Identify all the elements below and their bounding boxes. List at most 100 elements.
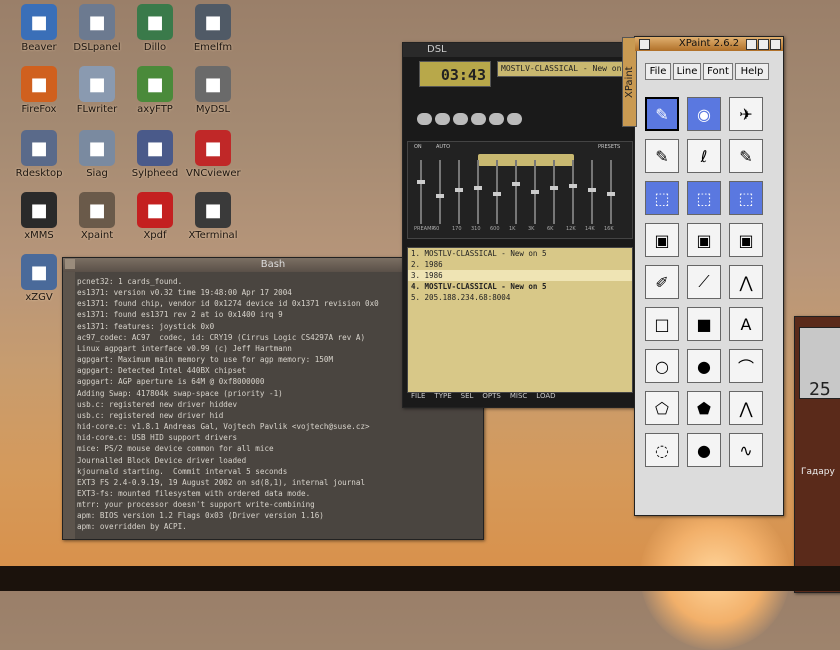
media-player-window[interactable]: DSL 03:43 MOSTLV-CLASSICAL - New on 5 PR… xyxy=(402,42,636,408)
desktop-icon-sylpheed[interactable]: ■ Sylpheed xyxy=(128,130,182,179)
desktop-icon-xterminal[interactable]: ■ XTerminal xyxy=(186,192,240,241)
eq-slider-310[interactable] xyxy=(474,160,482,224)
eq-slider-knob[interactable] xyxy=(569,184,577,188)
smudge-icon[interactable]: ⟋ xyxy=(687,265,721,299)
filled-ellipse-icon[interactable]: ● xyxy=(687,349,721,383)
desktop-icon-xzgv[interactable]: ■ xZGV xyxy=(12,254,66,303)
color-fill-icon[interactable]: ▣ xyxy=(729,223,763,257)
freehand-shape-icon[interactable]: ◌ xyxy=(645,433,679,467)
eq-slider-1k[interactable] xyxy=(512,160,520,224)
minimize-icon[interactable] xyxy=(746,39,757,50)
dropper-icon[interactable]: ✐ xyxy=(645,265,679,299)
playlist-type-button[interactable]: TYPE xyxy=(434,392,451,400)
brush-icon[interactable]: ✎ xyxy=(645,97,679,131)
gradient-fill-icon[interactable]: ▣ xyxy=(687,223,721,257)
xpaint-titlebar[interactable]: XPaint 2.6.2 xyxy=(635,37,783,51)
eq-slider-6k[interactable] xyxy=(550,160,558,224)
prev-button[interactable] xyxy=(417,113,432,125)
desktop-icon-xpaint[interactable]: ■ Xpaint xyxy=(70,192,124,241)
eq-slider-12k[interactable] xyxy=(569,160,577,224)
menu-line[interactable]: Line xyxy=(673,63,701,80)
eq-slider-knob[interactable] xyxy=(512,182,520,186)
menu-help[interactable]: Help xyxy=(735,63,769,80)
playlist-row[interactable]: 1. MOSTLV-CLASSICAL - New on 5 xyxy=(408,248,632,259)
spline-icon[interactable]: ∿ xyxy=(729,433,763,467)
playlist-file-button[interactable]: FILE xyxy=(411,392,425,400)
arc-icon[interactable]: ⋀ xyxy=(729,265,763,299)
desktop-icon-mydsl[interactable]: ■ MyDSL xyxy=(186,66,240,115)
playlist-opts-button[interactable]: OPTS xyxy=(482,392,500,400)
pencil-icon[interactable]: ✎ xyxy=(645,139,679,173)
eq-slider-60[interactable] xyxy=(436,160,444,224)
desktop-icon-rdesktop[interactable]: ■ Rdesktop xyxy=(12,130,66,179)
pen-icon[interactable]: ℓ xyxy=(687,139,721,173)
eq-slider-knob[interactable] xyxy=(493,192,501,196)
eq-slider-preamp[interactable] xyxy=(417,160,425,224)
eq-slider-170[interactable] xyxy=(455,160,463,224)
pencil-fine-icon[interactable]: ✎ xyxy=(729,139,763,173)
clock-widget[interactable]: 25 Гадару xyxy=(794,316,840,593)
menu-file[interactable]: File xyxy=(645,63,671,80)
window-menu-icon[interactable] xyxy=(639,39,650,50)
select-poly-icon[interactable]: ⬚ xyxy=(729,181,763,215)
eq-slider-knob[interactable] xyxy=(607,192,615,196)
desktop-icon-flwriter[interactable]: ■ FLwriter xyxy=(70,66,124,115)
desktop-icon-dslpanel[interactable]: ■ DSLpanel xyxy=(70,4,124,53)
xpaint-window[interactable]: XPaint XPaint 2.6.2 File Line Font Help ✎ ◉ ✈… xyxy=(622,36,784,516)
polygon-icon[interactable]: ⬠ xyxy=(645,391,679,425)
eq-slider-16k[interactable] xyxy=(607,160,615,224)
eq-slider-knob[interactable] xyxy=(531,190,539,194)
playlist-load-button[interactable]: LOAD xyxy=(536,392,555,400)
desktop-icon-emelfm[interactable]: ■ Emelfm xyxy=(186,4,240,53)
eq-toggle-auto[interactable]: AUTO xyxy=(436,144,450,150)
select-lasso-icon[interactable]: ⬚ xyxy=(687,181,721,215)
maximize-icon[interactable] xyxy=(758,39,769,50)
close-icon[interactable] xyxy=(770,39,781,50)
eq-slider-knob[interactable] xyxy=(474,186,482,190)
desktop-icon-beaver[interactable]: ■ Beaver xyxy=(12,4,66,53)
playlist-row[interactable]: 5. 205.188.234.68:8004 xyxy=(408,292,632,303)
playlist-sel-button[interactable]: SEL xyxy=(461,392,474,400)
filled-rectangle-icon[interactable]: ■ xyxy=(687,307,721,341)
eq-slider-knob[interactable] xyxy=(417,180,425,184)
spray-icon[interactable]: ✈ xyxy=(729,97,763,131)
desktop-icon-vncviewer[interactable]: ■ VNCviewer xyxy=(186,130,241,179)
eq-slider-knob[interactable] xyxy=(436,194,444,198)
play-button[interactable] xyxy=(435,113,450,125)
desktop-icon-xpdf[interactable]: ■ Xpdf xyxy=(128,192,182,241)
eq-slider-600[interactable] xyxy=(493,160,501,224)
eq-slider-14k[interactable] xyxy=(588,160,596,224)
eq-slider-3k[interactable] xyxy=(531,160,539,224)
playlist-row[interactable]: 4. MOSTLV-CLASSICAL - New on 5 xyxy=(408,281,632,292)
eject-button[interactable] xyxy=(507,113,522,125)
eq-toggle-on[interactable]: ON xyxy=(414,144,422,150)
desktop-icon-axyftp[interactable]: ■ axyFTP xyxy=(128,66,182,115)
select-rect-icon[interactable]: ⬚ xyxy=(645,181,679,215)
fill-bucket-icon[interactable]: ▣ xyxy=(645,223,679,257)
player-titlebar[interactable]: DSL xyxy=(403,43,635,57)
filled-polygon-icon[interactable]: ⬟ xyxy=(687,391,721,425)
desktop-icon-xmms[interactable]: ■ xMMS xyxy=(12,192,66,241)
next-button[interactable] xyxy=(489,113,504,125)
curve-icon[interactable]: ⌒ xyxy=(729,349,763,383)
pause-button[interactable] xyxy=(453,113,468,125)
ellipse-icon[interactable]: ○ xyxy=(645,349,679,383)
playlist-row[interactable]: 2. 1986 xyxy=(408,259,632,270)
window-menu-button[interactable] xyxy=(65,259,75,269)
filled-freehand-icon[interactable]: ● xyxy=(687,433,721,467)
paint-blob-icon[interactable]: ◉ xyxy=(687,97,721,131)
eq-slider-knob[interactable] xyxy=(588,188,596,192)
polyline-icon[interactable]: ⋀ xyxy=(729,391,763,425)
stop-button[interactable] xyxy=(471,113,486,125)
rectangle-icon[interactable]: □ xyxy=(645,307,679,341)
playlist-row[interactable]: 3. 1986 xyxy=(408,270,632,281)
desktop-icon-siag[interactable]: ■ Siag xyxy=(70,130,124,179)
eq-slider-knob[interactable] xyxy=(455,188,463,192)
eq-slider-knob[interactable] xyxy=(550,186,558,190)
desktop-icon-dillo[interactable]: ■ Dillo xyxy=(128,4,182,53)
desktop-icon-firefox[interactable]: ■ FireFox xyxy=(12,66,66,115)
playlist[interactable]: 1. MOSTLV-CLASSICAL - New on 5 2. 1986 3. … xyxy=(407,247,633,393)
eq-toggle-presets[interactable]: PRESETS xyxy=(598,144,620,150)
text-tool-icon[interactable]: A xyxy=(729,307,763,341)
menu-font[interactable]: Font xyxy=(703,63,733,80)
